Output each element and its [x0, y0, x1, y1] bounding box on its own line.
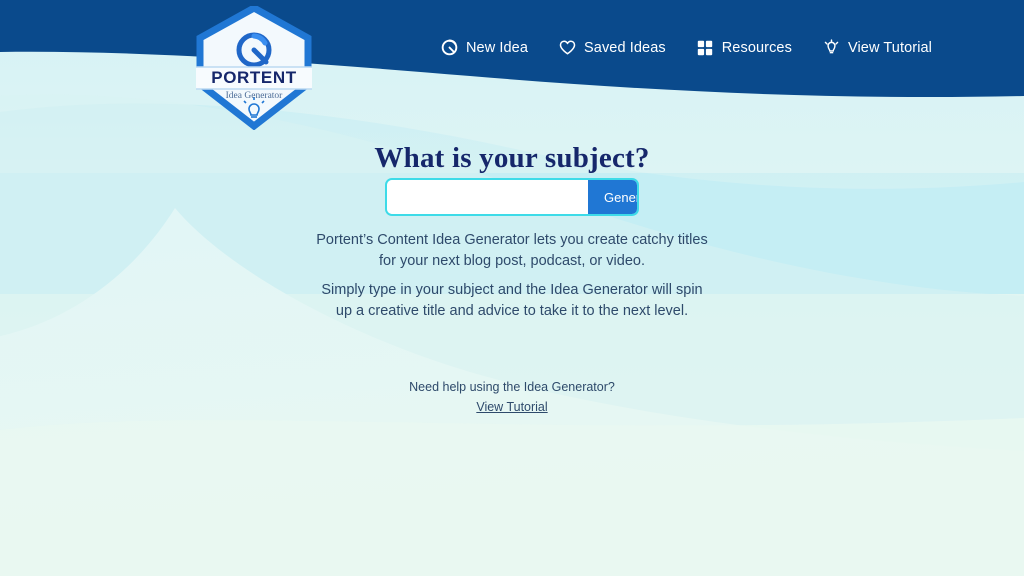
page-title: What is your subject? — [374, 142, 650, 174]
intro-paragraph-1: Portent’s Content Idea Generator lets yo… — [316, 232, 708, 269]
nav-item-view-tutorial-label: View Tutorial — [847, 39, 932, 56]
subject-input[interactable] — [387, 180, 588, 214]
heart-icon — [558, 38, 577, 57]
main-content: What is your subject? Generate Idea Port… — [0, 0, 1024, 576]
help-link-wrapper: View Tutorial — [0, 400, 1024, 414]
generate-idea-button[interactable]: Generate Idea — [588, 180, 637, 214]
nav-item-saved-ideas-label: Saved Ideas — [584, 39, 666, 56]
new-idea-ring-icon — [440, 38, 459, 57]
nav-item-view-tutorial[interactable]: View Tutorial — [822, 38, 932, 57]
nav-item-new-idea[interactable]: New Idea — [440, 38, 528, 57]
intro-paragraph-2: Simply type in your subject and the Idea… — [321, 282, 703, 319]
portent-logo[interactable]: PORTENT Idea Generator — [196, 3, 312, 131]
lightbulb-icon — [822, 38, 841, 57]
portent-logo-badge — [196, 3, 312, 131]
help-prompt: Need help using the Idea Generator? — [409, 380, 615, 394]
nav-item-new-idea-label: New Idea — [465, 39, 529, 56]
subject-search-form: Generate Idea — [385, 178, 639, 216]
main-navigation: New Idea Saved Ideas Resources View Tuto… — [440, 38, 932, 57]
nav-item-resources-label: Resources — [721, 39, 792, 56]
nav-item-resources[interactable]: Resources — [696, 38, 792, 57]
grid-squares-icon — [696, 38, 715, 57]
nav-item-saved-ideas[interactable]: Saved Ideas — [558, 38, 666, 57]
view-tutorial-link[interactable]: View Tutorial — [476, 400, 547, 414]
